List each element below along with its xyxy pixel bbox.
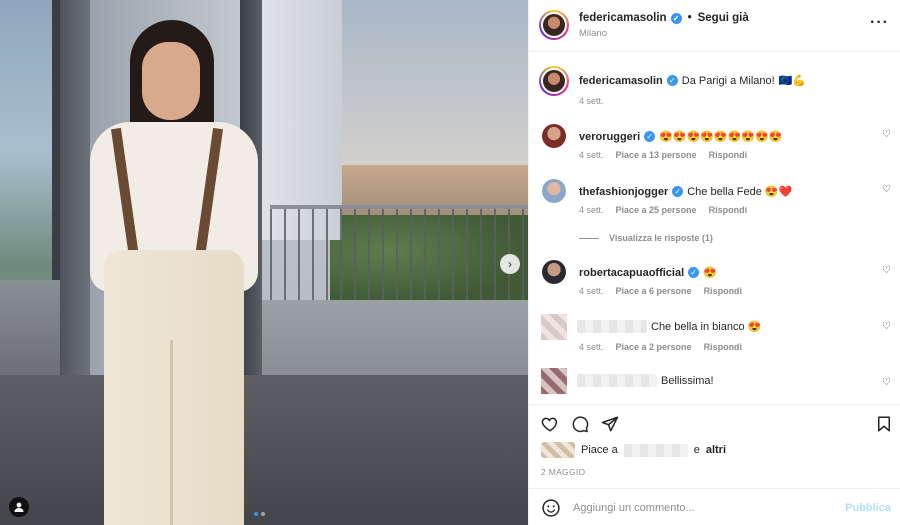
verified-badge-icon: ✓ [672,186,684,197]
comment-likes-link[interactable]: Piace a 25 persone [616,205,697,215]
comment-input[interactable]: Aggiungi un commento... [573,502,695,514]
author-avatar[interactable] [539,10,569,40]
blurred-liker[interactable] [623,443,688,457]
commenter-avatar[interactable] [542,260,566,284]
comment-time: 4 sett. [579,150,604,160]
user-icon [14,502,24,512]
likes-others-link[interactable]: altri [706,444,726,456]
building-facade [262,0,342,240]
reply-button[interactable]: Rispondi [709,150,748,160]
replies-line [579,237,599,239]
post-header: federicamasolin ✓ • Segui già Milano ··· [529,0,900,52]
comment-time: 4 sett. [579,205,604,215]
comment-composer: Aggiungi un commento... Pubblica [529,488,900,525]
comment-icon[interactable] [571,415,589,433]
verified-badge-icon: ✓ [670,12,682,24]
carousel-dot-active [254,512,258,516]
like-comment-heart-icon[interactable]: ♡ [882,265,891,276]
comment-text: Bellissima! [661,374,714,387]
pants-crease [170,340,173,525]
next-image-button[interactable]: › [500,254,520,274]
comment-likes-link[interactable]: Piace a 13 persone [616,150,697,160]
comment-likes-link[interactable]: Piace a 2 persone [616,342,692,352]
comment-time: 4 sett. [579,286,604,296]
caption-emoji: 🇪🇺💪 [778,75,807,87]
publish-button[interactable]: Pubblica [845,502,891,514]
caption-text: Da Parigi a Milano! [681,74,775,87]
like-comment-heart-icon[interactable]: ♡ [882,377,891,388]
blurred-avatar[interactable] [541,314,567,340]
like-comment-heart-icon[interactable]: ♡ [882,129,891,140]
reply-button[interactable]: Rispondi [704,286,743,296]
likes-summary: Piace a e altri [541,442,726,458]
likers-avatars[interactable] [541,442,575,458]
view-replies-button[interactable]: Visualizza le risposte (1) [579,233,713,243]
verified-badge-icon: ✓ [666,75,678,86]
chevron-right-icon: › [508,257,512,271]
comment-username[interactable]: robertacapuaofficial [579,267,684,279]
author-username[interactable]: federicamasolin [579,12,667,24]
heart-icon[interactable] [541,415,559,433]
like-comment-heart-icon[interactable]: ♡ [882,184,891,195]
sky [342,0,528,180]
reply-button[interactable]: Rispondi [709,205,748,215]
share-icon[interactable] [601,415,619,433]
post-date[interactable]: 2 MAGGIO [541,467,585,477]
more-options-icon[interactable]: ··· [870,14,889,32]
person-pants [104,250,244,525]
post-side-panel: federicamasolin ✓ • Segui già Milano ···… [528,0,900,525]
comment-text: Che bella in bianco 😍 [651,321,762,333]
blurred-username[interactable] [577,374,657,387]
bookmark-icon[interactable] [875,415,893,433]
carousel-dot [261,512,265,516]
location-link[interactable]: Milano [579,28,607,39]
caption-avatar[interactable] [539,66,569,96]
blurred-avatar[interactable] [541,368,567,394]
person-face [142,42,200,120]
view-replies-label: Visualizza le risposte (1) [609,233,713,243]
terrace-railing [270,205,528,300]
comments-list[interactable]: federicamasolin ✓ Da Parigi a Milano! 🇪🇺… [529,52,900,404]
emoji-smile-icon[interactable] [541,498,561,518]
carpet-floor [0,375,528,525]
like-comment-heart-icon[interactable]: ♡ [882,321,891,332]
verified-badge-icon: ✓ [688,267,700,278]
verified-badge-icon: ✓ [644,131,656,142]
header-separator: • [687,12,692,24]
comment-time: 4 sett. [579,342,604,352]
post-photo[interactable]: › [0,0,528,525]
comment-username[interactable]: thefashionjogger [579,186,668,198]
commenter-avatar[interactable] [542,179,566,203]
comment-username[interactable]: veroruggeri [579,131,640,143]
caption-username[interactable]: federicamasolin [579,75,663,87]
caption-time: 4 sett. [579,96,604,106]
commenter-avatar[interactable] [542,124,566,148]
comment-text: 😍😍😍😍😍😍😍😍😍 [659,131,783,143]
carousel-dots [254,512,265,516]
likes-prefix: Piace a [581,444,618,456]
following-button[interactable]: Segui già [698,12,749,24]
tagged-users-button[interactable] [9,497,29,517]
blurred-username[interactable] [577,320,647,333]
comment-text: 😍 [703,267,717,279]
likes-suffix: e [693,444,700,456]
comment-text: Che bella Fede 😍❤️ [687,186,793,198]
post-actions-bar [529,404,900,440]
reply-button[interactable]: Rispondi [704,342,743,352]
comment-likes-link[interactable]: Piace a 6 persone [616,286,692,296]
person-figure [82,10,262,525]
